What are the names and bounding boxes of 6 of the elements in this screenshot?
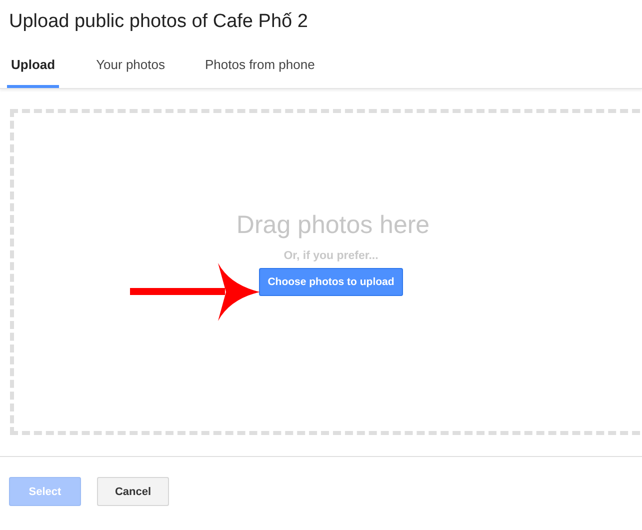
tab[interactable]: Your photos bbox=[92, 54, 169, 88]
dialog-title: Upload public photos of Cafe Phố 2 bbox=[8, 10, 309, 34]
drop-heading: Drag photos here bbox=[236, 210, 430, 240]
cancel-button[interactable]: Cancel bbox=[97, 477, 169, 506]
tab[interactable]: Upload bbox=[7, 54, 60, 88]
tab[interactable]: Photos from phone bbox=[200, 54, 319, 88]
